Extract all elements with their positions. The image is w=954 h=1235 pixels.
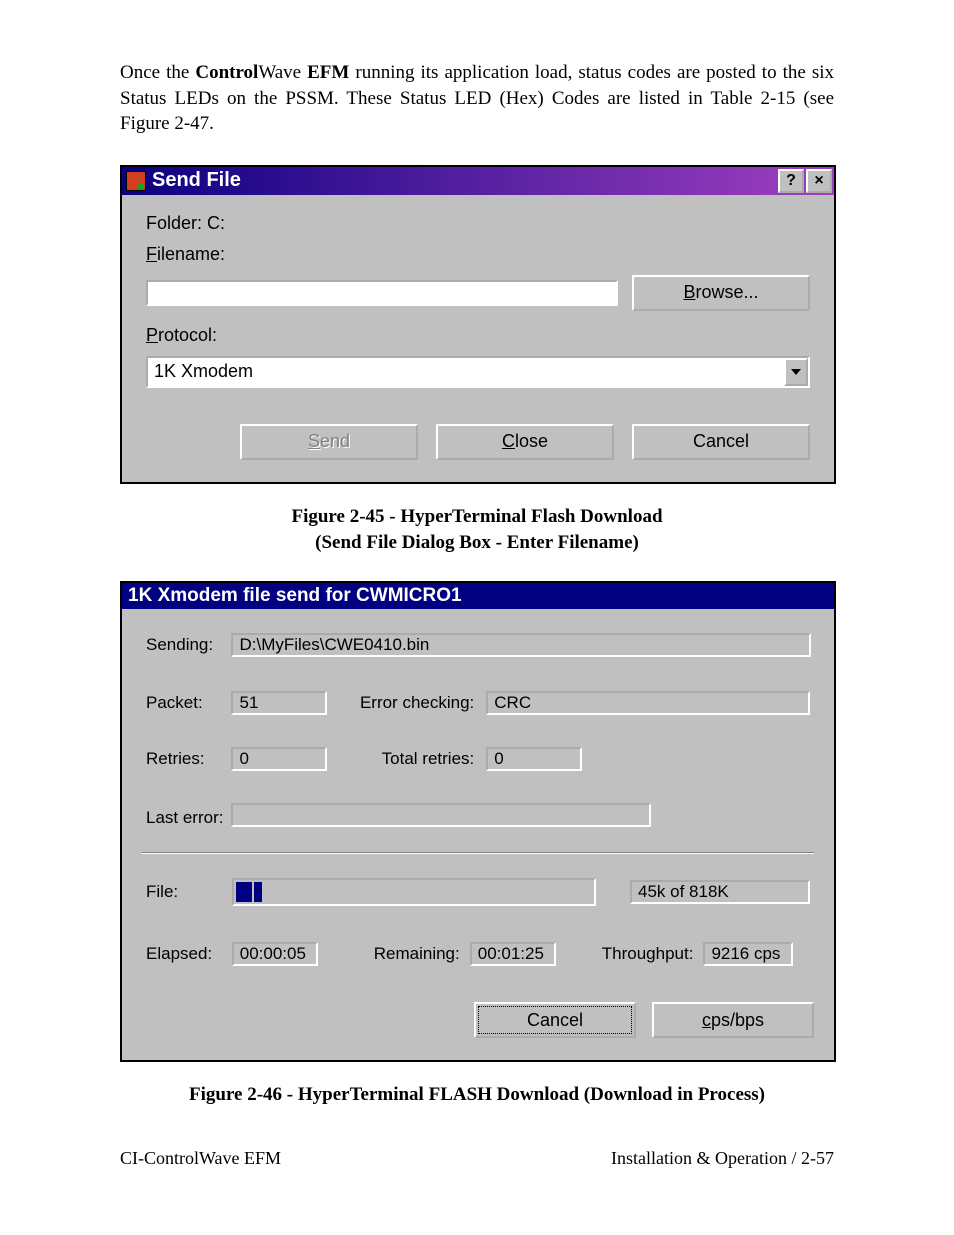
throughput-label: Throughput: [602, 944, 694, 964]
browse-button[interactable]: Browse... [632, 275, 810, 311]
send-file-app-icon [126, 171, 146, 191]
protocol-select[interactable]: 1K Xmodem [146, 356, 810, 388]
xmodem-progress-title: 1K Xmodem file send for CWMICRO1 [128, 585, 462, 607]
intro-paragraph: Once the ControlWave EFM running its app… [120, 60, 834, 137]
packet-value: 51 [231, 691, 327, 715]
protocol-label: Protocol: [146, 325, 217, 346]
cps-bps-label: cps/bps [702, 1010, 764, 1031]
close-button[interactable]: Close [436, 424, 614, 460]
packet-label: Packet: [142, 685, 227, 721]
elapsed-label: Elapsed: [142, 936, 228, 972]
intro-text-pre: Once the [120, 62, 195, 83]
cps-bps-button[interactable]: cps/bps [652, 1002, 814, 1038]
send-file-dialog: Send File ? × Folder: C: Filename: Brows… [120, 165, 836, 484]
retries-value: 0 [231, 747, 327, 771]
help-button[interactable]: ? [778, 169, 804, 193]
progress-cancel-button[interactable]: Cancel [474, 1002, 636, 1038]
sending-value: D:\MyFiles\CWE0410.bin [231, 633, 811, 657]
divider [142, 852, 814, 854]
progress-cancel-label: Cancel [527, 1010, 583, 1031]
chevron-down-icon[interactable] [784, 358, 808, 386]
footer-left: CI-ControlWave EFM [120, 1148, 281, 1169]
protocol-selected-value: 1K Xmodem [148, 358, 784, 386]
sending-label: Sending: [142, 627, 227, 663]
filename-label: Filename: [146, 244, 225, 265]
file-label: File: [142, 872, 228, 912]
error-checking-value: CRC [486, 691, 810, 715]
close-button-label: Close [502, 431, 548, 452]
send-file-titlebar[interactable]: Send File ? × [122, 167, 834, 195]
send-button-label: Send [308, 431, 350, 452]
folder-label: Folder: C: [146, 213, 225, 234]
retries-label: Retries: [142, 741, 227, 777]
browse-button-label: Browse... [683, 282, 758, 303]
error-checking-label: Error checking: [355, 685, 482, 721]
remaining-value: 00:01:25 [470, 942, 556, 966]
xmodem-progress-dialog: 1K Xmodem file send for CWMICRO1 Sending… [120, 581, 836, 1062]
total-retries-label: Total retries: [355, 741, 482, 777]
footer-right: Installation & Operation / 2-57 [611, 1148, 834, 1169]
intro-bold-2: EFM [307, 62, 349, 83]
page-footer: CI-ControlWave EFM Installation & Operat… [120, 1148, 834, 1169]
file-progress-value: 45k of 818K [630, 880, 810, 904]
remaining-label: Remaining: [374, 944, 460, 964]
cancel-button-label: Cancel [693, 431, 749, 452]
close-window-button[interactable]: × [806, 169, 832, 193]
send-button[interactable]: Send [240, 424, 418, 460]
total-retries-value: 0 [486, 747, 582, 771]
elapsed-value: 00:00:05 [232, 942, 318, 966]
help-icon: ? [786, 172, 796, 190]
last-error-value [231, 803, 651, 827]
file-progress-bar [232, 878, 596, 906]
throughput-value: 9216 cps [703, 942, 793, 966]
filename-input[interactable] [146, 280, 618, 306]
intro-text-mid1: Wave [258, 62, 307, 83]
last-error-label: Last error: [142, 797, 227, 838]
figure-2-46-caption: Figure 2-46 - HyperTerminal FLASH Downlo… [120, 1082, 834, 1108]
cancel-button[interactable]: Cancel [632, 424, 810, 460]
figure-2-45-caption: Figure 2-45 - HyperTerminal Flash Downlo… [120, 504, 834, 555]
xmodem-progress-titlebar[interactable]: 1K Xmodem file send for CWMICRO1 [122, 583, 834, 609]
close-icon: × [814, 172, 823, 190]
intro-bold-1: Control [195, 62, 258, 83]
send-file-title: Send File [152, 169, 776, 192]
